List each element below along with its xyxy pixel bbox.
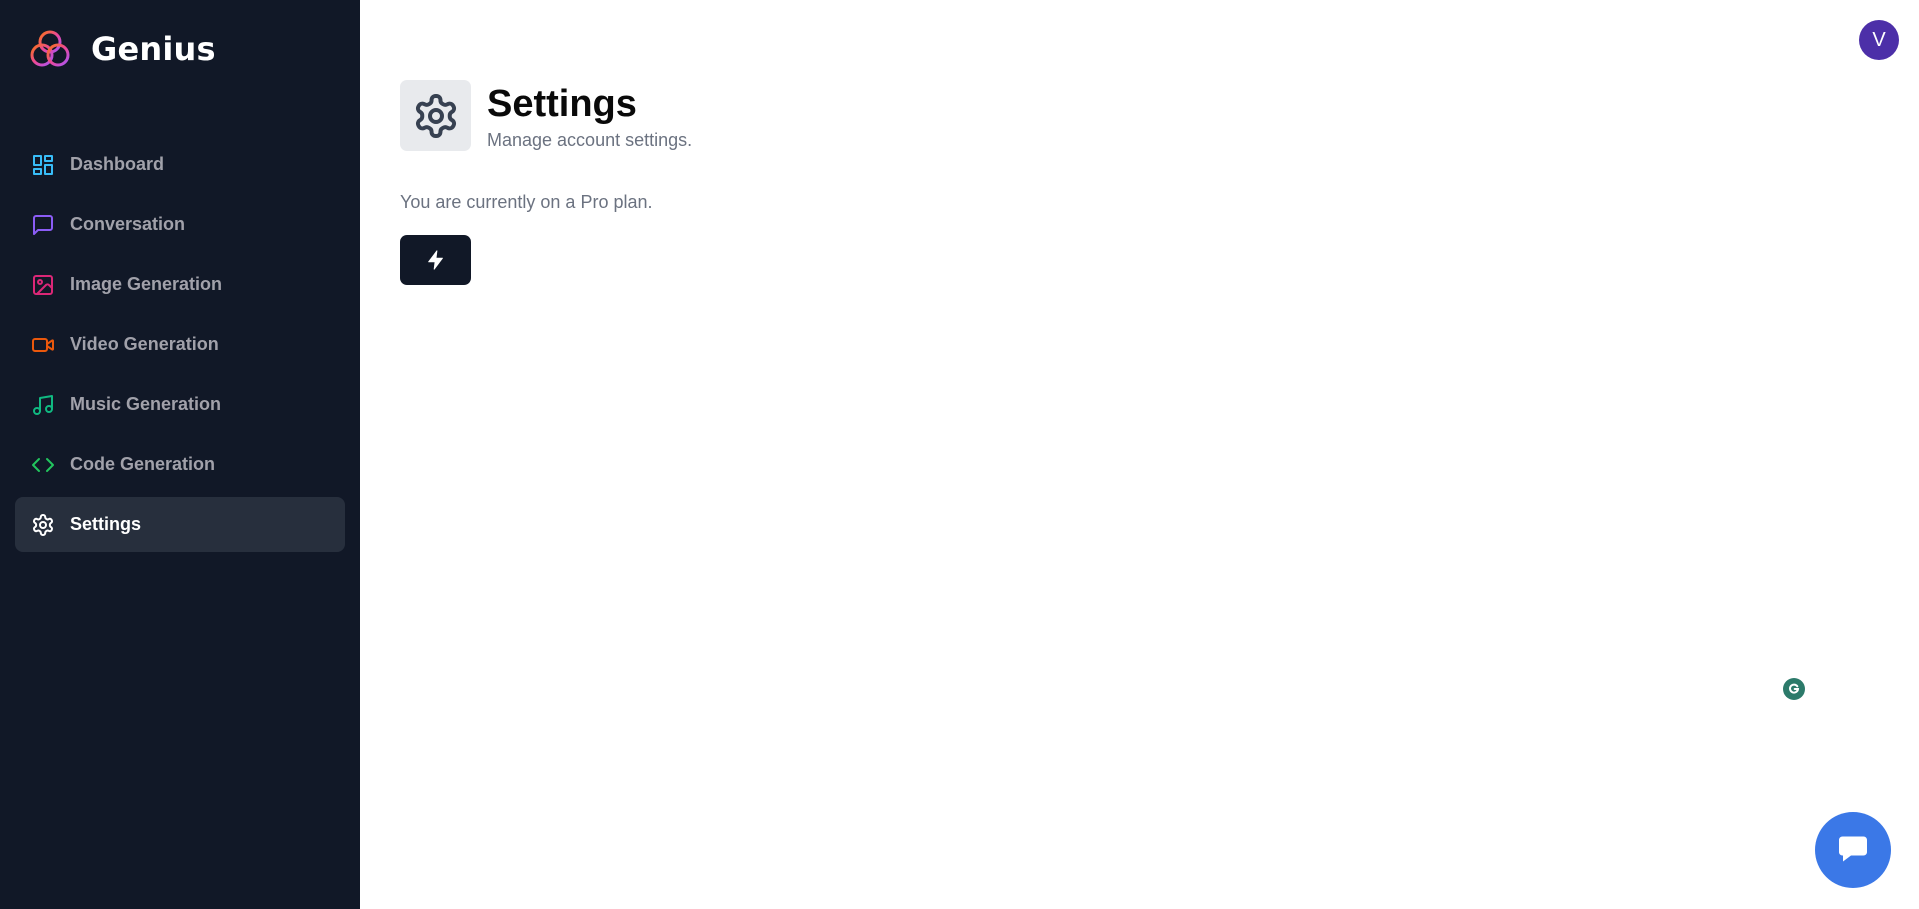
sidebar-item-settings[interactable]: Settings	[15, 497, 345, 552]
message-square-icon	[30, 212, 55, 237]
sidebar-item-code-generation[interactable]: Code Generation	[15, 437, 345, 492]
zap-icon	[427, 250, 443, 270]
grammarly-icon[interactable]	[1783, 678, 1805, 700]
genius-logo-icon	[30, 30, 70, 67]
sidebar-item-label: Music Generation	[70, 394, 222, 414]
plan-status-text: You are currently on a Pro plan.	[400, 192, 653, 212]
settings-icon	[415, 93, 456, 138]
sidebar-item-label: Dashboard	[70, 154, 165, 174]
sidebar: Genius Dashboard Conversation Image Gene…	[0, 0, 360, 909]
image-icon	[30, 272, 55, 297]
sidebar-item-label: Settings	[70, 514, 142, 534]
music-icon	[30, 392, 55, 417]
sidebar-item-dashboard[interactable]: Dashboard	[15, 137, 345, 192]
manage-subscription-button[interactable]	[400, 235, 471, 285]
user-avatar[interactable]: V	[1859, 20, 1899, 60]
page-subtitle: Manage account settings.	[487, 130, 693, 150]
app-root: Genius Dashboard Conversation Image Gene…	[0, 0, 1919, 909]
sidebar-item-image-generation[interactable]: Image Generation	[15, 257, 345, 312]
video-icon	[30, 332, 55, 357]
code-icon	[30, 452, 55, 477]
page-header: Settings Manage account settings.	[400, 80, 692, 151]
settings-header-icon-box	[400, 80, 471, 151]
sidebar-item-conversation[interactable]: Conversation	[15, 197, 345, 252]
sidebar-item-video-generation[interactable]: Video Generation	[15, 317, 345, 372]
sidebar-nav: Dashboard Conversation Image Generation …	[15, 137, 345, 557]
sidebar-item-label: Code Generation	[70, 454, 216, 474]
main-content: V Settings Manage account settings. You …	[360, 0, 1919, 909]
sidebar-item-label: Video Generation	[70, 334, 219, 354]
brand-name: Genius	[91, 30, 216, 68]
dashboard-icon	[30, 152, 55, 177]
sidebar-item-label: Conversation	[70, 214, 186, 234]
settings-icon	[30, 512, 55, 537]
sidebar-item-music-generation[interactable]: Music Generation	[15, 377, 345, 432]
sidebar-item-label: Image Generation	[70, 274, 223, 294]
chat-support-button[interactable]	[1815, 812, 1891, 888]
chat-bubble-icon	[1839, 836, 1867, 862]
brand[interactable]: Genius	[29, 28, 216, 70]
page-title: Settings	[487, 83, 637, 125]
header-text: Settings Manage account settings.	[487, 80, 692, 151]
